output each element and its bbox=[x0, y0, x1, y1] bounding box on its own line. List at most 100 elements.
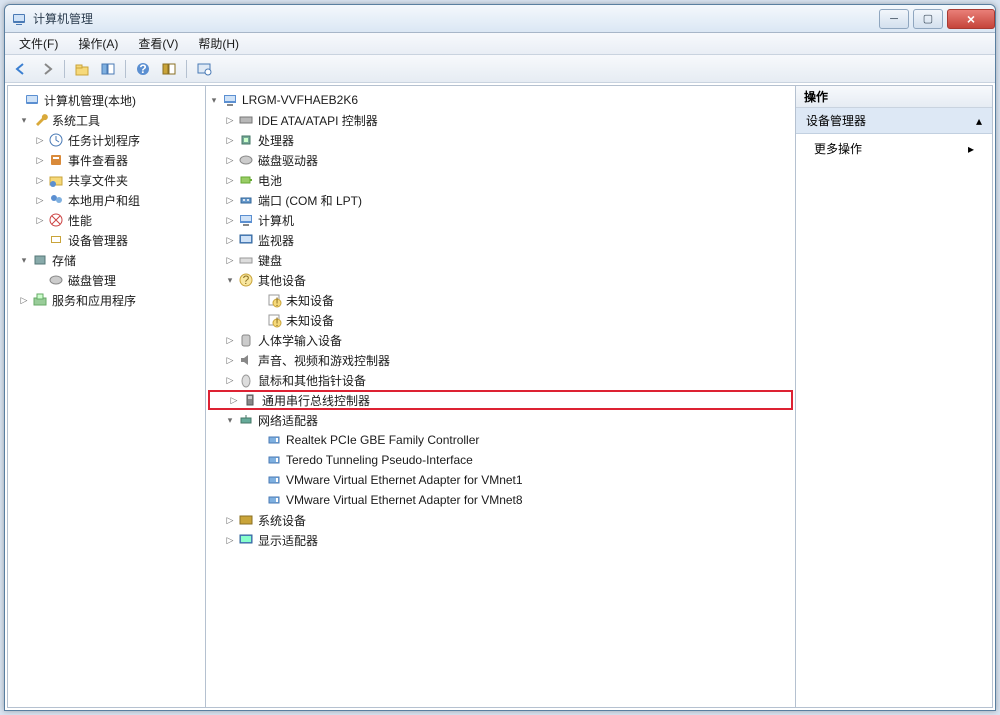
device-item[interactable]: ▷Realtek PCIe GBE Family Controller bbox=[208, 430, 793, 450]
properties-button[interactable] bbox=[157, 58, 181, 80]
menu-file[interactable]: 文件(F) bbox=[9, 33, 68, 54]
device-category[interactable]: ▾网络适配器 bbox=[208, 410, 793, 430]
tree-label: 通用串行总线控制器 bbox=[262, 392, 370, 409]
expander-icon[interactable]: ▷ bbox=[224, 374, 236, 386]
expander-icon[interactable]: ▷ bbox=[224, 174, 236, 186]
menu-help[interactable]: 帮助(H) bbox=[188, 33, 249, 54]
device-category[interactable]: ▷ 鼠标和其他指针设备 bbox=[208, 370, 793, 390]
tree-label: 系统工具 bbox=[52, 112, 100, 129]
chevron-right-icon: ▸ bbox=[968, 142, 974, 156]
device-icon bbox=[48, 232, 64, 248]
sound-icon bbox=[238, 352, 254, 368]
expander-icon[interactable]: ▷ bbox=[224, 214, 236, 226]
device-category[interactable]: ▷ 通用串行总线控制器 bbox=[208, 390, 793, 410]
keyboard-icon bbox=[238, 252, 254, 268]
device-category[interactable]: ▷计算机 bbox=[208, 210, 793, 230]
expander-icon[interactable]: ▾ bbox=[208, 94, 220, 106]
tree-root-computer-mgmt[interactable]: ▷ 计算机管理(本地) bbox=[10, 90, 203, 110]
system-icon bbox=[238, 512, 254, 528]
close-button[interactable]: × bbox=[947, 9, 995, 29]
expander-icon[interactable]: ▷ bbox=[34, 154, 46, 166]
device-category[interactable]: ▷人体学输入设备 bbox=[208, 330, 793, 350]
tree-task-scheduler[interactable]: ▷ 任务计划程序 bbox=[10, 130, 203, 150]
tree-disk-mgmt[interactable]: ▷ 磁盘管理 bbox=[10, 270, 203, 290]
expander-icon[interactable]: ▷ bbox=[34, 214, 46, 226]
device-category[interactable]: ▷ 系统设备 bbox=[208, 510, 793, 530]
tree-services[interactable]: ▷ 服务和应用程序 bbox=[10, 290, 203, 310]
tree-label: 共享文件夹 bbox=[68, 172, 128, 189]
expander-icon[interactable]: ▾ bbox=[18, 114, 30, 126]
nic-icon bbox=[266, 492, 282, 508]
tree-device-manager[interactable]: ▷ 设备管理器 bbox=[10, 230, 203, 250]
computer-icon bbox=[238, 212, 254, 228]
expander-icon[interactable]: ▷ bbox=[224, 134, 236, 146]
expander-icon[interactable]: ▷ bbox=[224, 354, 236, 366]
tree-event-viewer[interactable]: ▷ 事件查看器 bbox=[10, 150, 203, 170]
device-category[interactable]: ▷端口 (COM 和 LPT) bbox=[208, 190, 793, 210]
device-item[interactable]: ▷Teredo Tunneling Pseudo-Interface bbox=[208, 450, 793, 470]
device-root[interactable]: ▾LRGM-VVFHAEB2K6 bbox=[208, 90, 793, 110]
help-button[interactable]: ? bbox=[131, 58, 155, 80]
device-item[interactable]: ▷!未知设备 bbox=[208, 290, 793, 310]
actions-section[interactable]: 设备管理器 ▴ bbox=[796, 108, 992, 134]
tree-label: 电池 bbox=[258, 172, 282, 189]
titlebar: 计算机管理 ─ ▢ × bbox=[5, 5, 995, 33]
menu-view[interactable]: 查看(V) bbox=[128, 33, 188, 54]
maximize-button[interactable]: ▢ bbox=[913, 9, 943, 29]
expander-icon[interactable]: ▷ bbox=[18, 294, 30, 306]
usb-icon bbox=[242, 392, 258, 408]
device-item[interactable]: ▷VMware Virtual Ethernet Adapter for VMn… bbox=[208, 470, 793, 490]
expander-icon[interactable]: ▷ bbox=[224, 514, 236, 526]
expander-icon[interactable]: ▷ bbox=[224, 194, 236, 206]
device-category[interactable]: ▷ 监视器 bbox=[208, 230, 793, 250]
actions-more[interactable]: 更多操作 ▸ bbox=[796, 134, 992, 163]
expander-icon[interactable]: ▷ bbox=[34, 174, 46, 186]
device-category[interactable]: ▷声音、视频和游戏控制器 bbox=[208, 350, 793, 370]
tree-performance[interactable]: ▷ 性能 bbox=[10, 210, 203, 230]
expander-icon[interactable]: ▾ bbox=[18, 254, 30, 266]
device-item[interactable]: ▷VMware Virtual Ethernet Adapter for VMn… bbox=[208, 490, 793, 510]
device-category[interactable]: ▷IDE ATA/ATAPI 控制器 bbox=[208, 110, 793, 130]
device-category[interactable]: ▷磁盘驱动器 bbox=[208, 150, 793, 170]
expander-icon[interactable]: ▷ bbox=[224, 534, 236, 546]
minimize-button[interactable]: ─ bbox=[879, 9, 909, 29]
back-button[interactable] bbox=[9, 58, 33, 80]
expander-icon[interactable]: ▷ bbox=[34, 194, 46, 206]
expander-icon[interactable]: ▷ bbox=[224, 234, 236, 246]
tree-label: 服务和应用程序 bbox=[52, 292, 136, 309]
expander-icon[interactable]: ▾ bbox=[224, 414, 236, 426]
device-category[interactable]: ▷处理器 bbox=[208, 130, 793, 150]
refresh-button[interactable] bbox=[192, 58, 216, 80]
expander-icon[interactable]: ▷ bbox=[224, 114, 236, 126]
device-category[interactable]: ▷ 电池 bbox=[208, 170, 793, 190]
svg-text:!: ! bbox=[275, 315, 278, 328]
expander-icon[interactable]: ▷ bbox=[34, 134, 46, 146]
tree-system-tools[interactable]: ▾ 系统工具 bbox=[10, 110, 203, 130]
device-item[interactable]: ▷!未知设备 bbox=[208, 310, 793, 330]
perf-icon bbox=[48, 212, 64, 228]
device-category[interactable]: ▾?其他设备 bbox=[208, 270, 793, 290]
expander-icon[interactable]: ▷ bbox=[224, 254, 236, 266]
tree-label: 监视器 bbox=[258, 232, 294, 249]
disk-icon bbox=[48, 272, 64, 288]
battery-icon bbox=[238, 172, 254, 188]
tree-local-users[interactable]: ▷ 本地用户和组 bbox=[10, 190, 203, 210]
up-button[interactable] bbox=[70, 58, 94, 80]
computer-icon bbox=[222, 92, 238, 108]
cpu-icon bbox=[238, 132, 254, 148]
expander-icon[interactable]: ▷ bbox=[224, 154, 236, 166]
device-category[interactable]: ▷显示适配器 bbox=[208, 530, 793, 550]
tree-storage[interactable]: ▾ 存储 bbox=[10, 250, 203, 270]
expander-icon[interactable]: ▷ bbox=[224, 334, 236, 346]
actions-more-label: 更多操作 bbox=[814, 140, 862, 157]
tree-label: 鼠标和其他指针设备 bbox=[258, 372, 366, 389]
expander-icon[interactable]: ▾ bbox=[224, 274, 236, 286]
device-category[interactable]: ▷键盘 bbox=[208, 250, 793, 270]
forward-button[interactable] bbox=[35, 58, 59, 80]
tree-label: 存储 bbox=[52, 252, 76, 269]
tree-shared-folders[interactable]: ▷ 共享文件夹 bbox=[10, 170, 203, 190]
tree-label: 系统设备 bbox=[258, 512, 306, 529]
show-hide-tree-button[interactable] bbox=[96, 58, 120, 80]
menu-action[interactable]: 操作(A) bbox=[68, 33, 128, 54]
expander-icon[interactable]: ▷ bbox=[228, 394, 240, 406]
